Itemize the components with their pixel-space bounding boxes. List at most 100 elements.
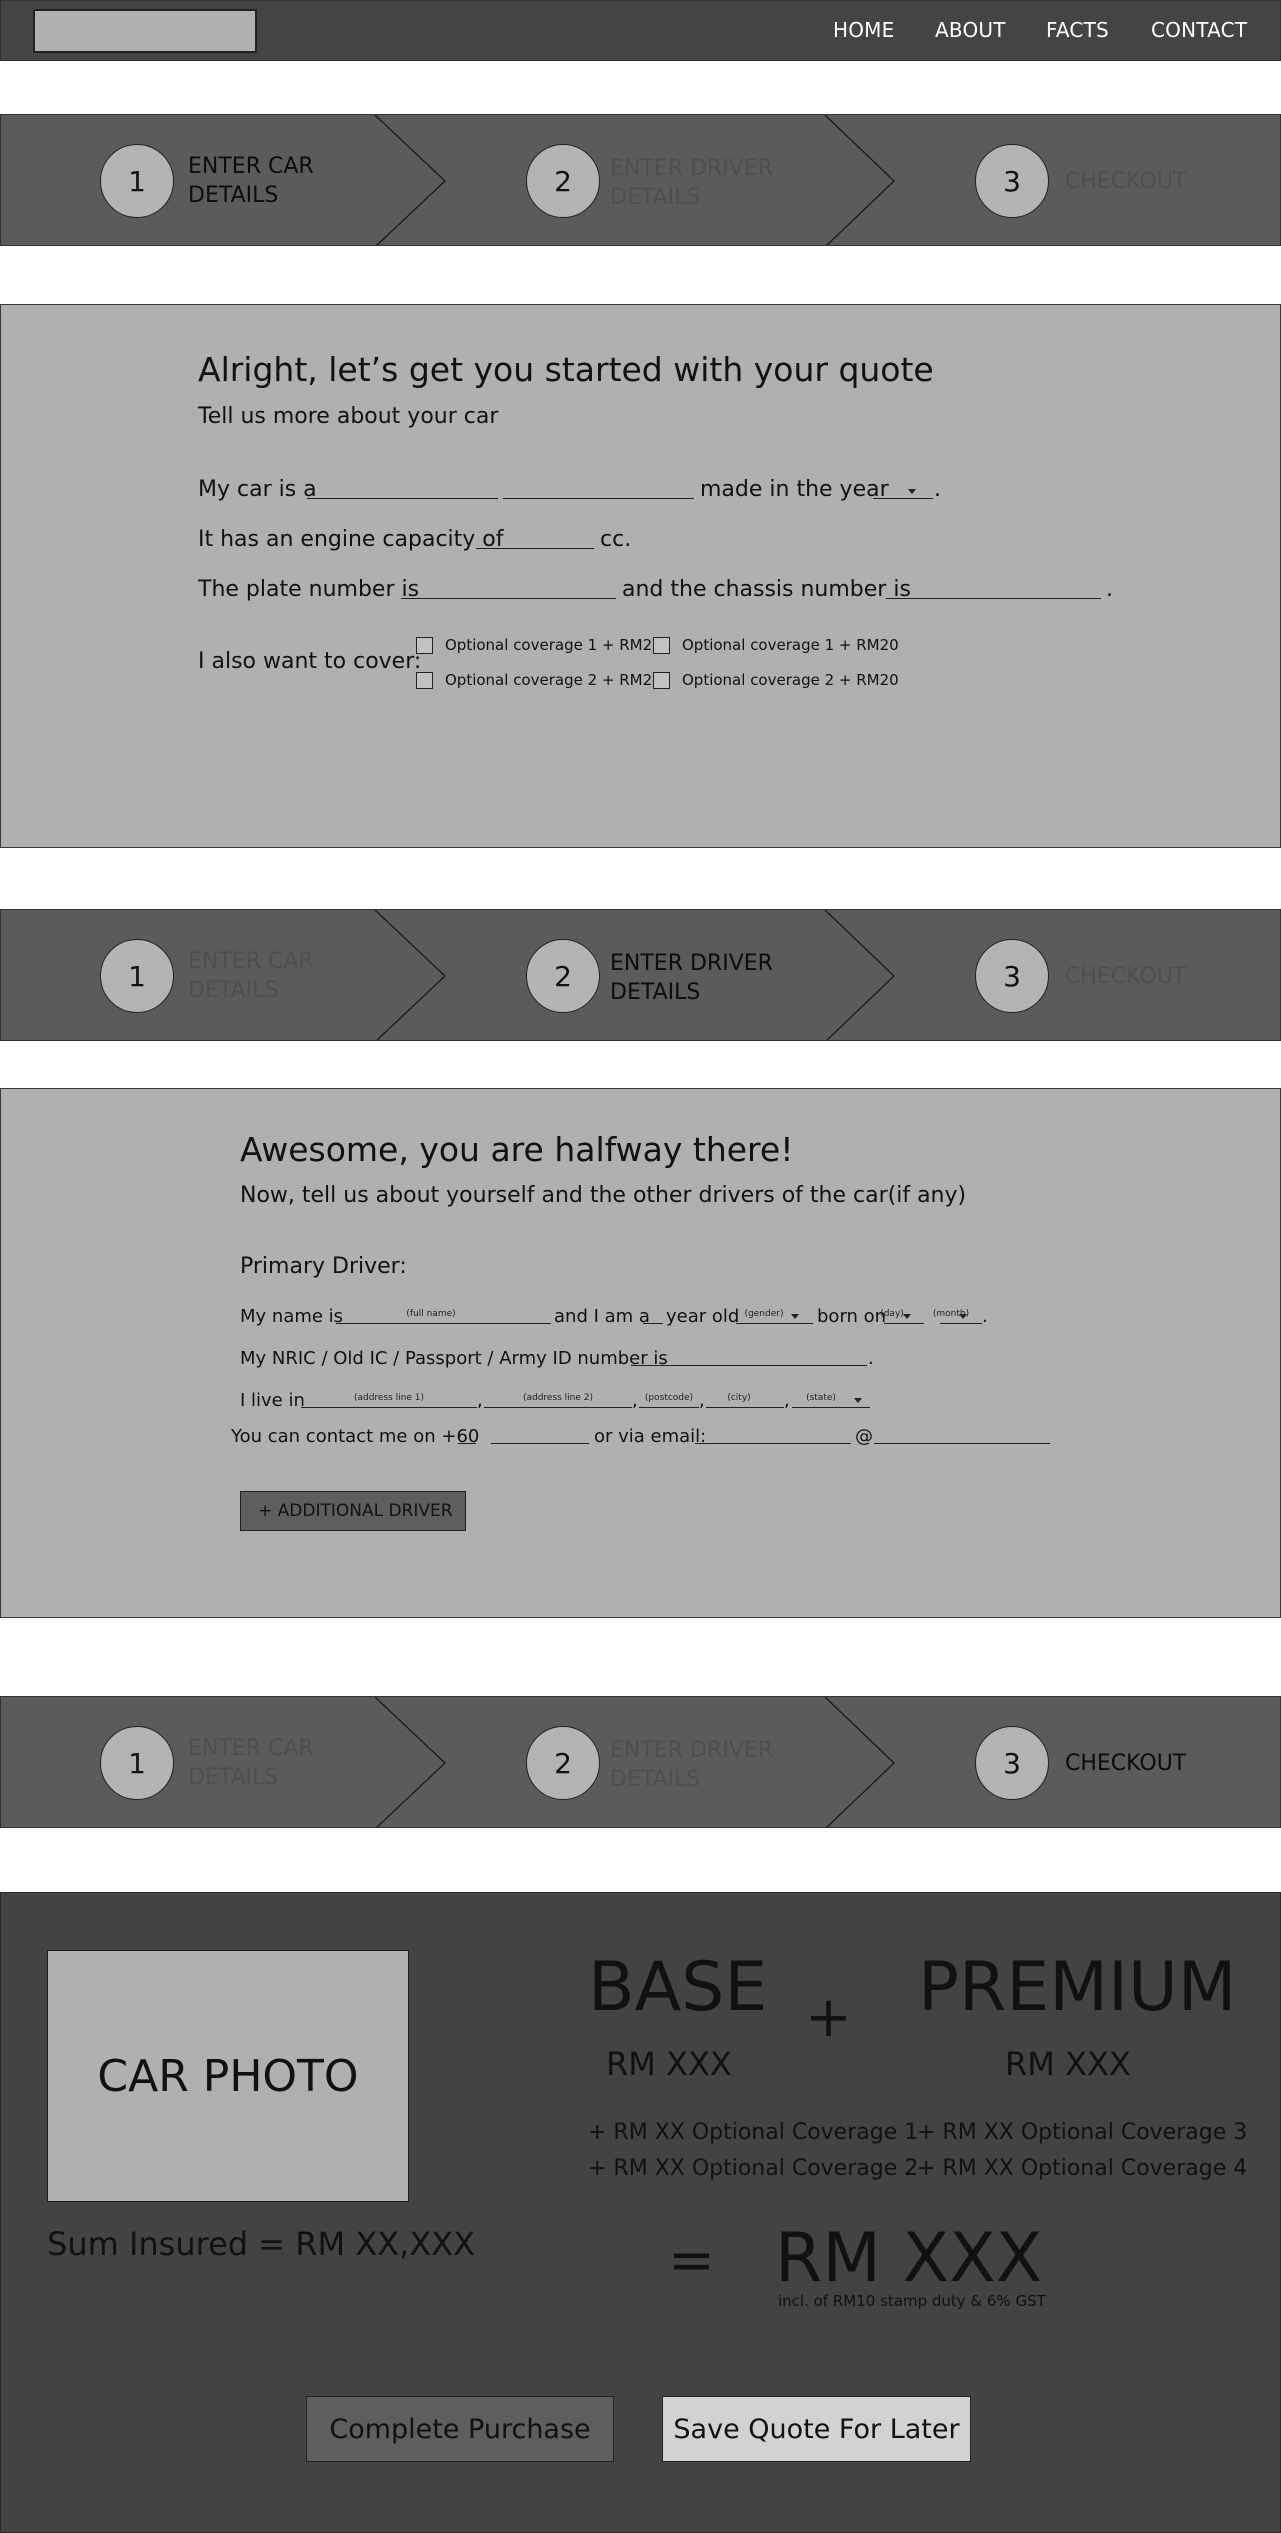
step-3-label[interactable]: CHECKOUT [1065, 167, 1275, 196]
step-2-label-line1: ENTER DRIVER [610, 951, 773, 976]
premium-amount: RM XXX [1005, 2045, 1131, 2083]
optional-coverage-4: + RM XX Optional Coverage 4 [917, 2156, 1248, 2181]
step-2-circle[interactable]: 2 [526, 939, 600, 1013]
car-form-subtitle: Tell us more about your car [198, 404, 499, 429]
complete-purchase-button[interactable]: Complete Purchase [306, 2396, 614, 2462]
address-comma: , [699, 1390, 705, 1411]
postcode-input[interactable]: (postcode) [639, 1393, 699, 1408]
step-3-circle[interactable]: 3 [975, 1726, 1049, 1800]
birth-day-select[interactable]: (day) [880, 1309, 924, 1324]
car-year-label: made in the year [700, 477, 889, 502]
step-2-circle[interactable]: 2 [526, 1726, 600, 1800]
address-line-1-input[interactable]: (address line 1) [301, 1393, 477, 1408]
step-2-label[interactable]: ENTER DRIVER DETAILS [610, 949, 820, 1007]
birth-day-hint: (day) [880, 1309, 904, 1319]
full-name-input[interactable]: (full name) [336, 1309, 551, 1324]
car-make-input[interactable] [307, 481, 498, 499]
state-select[interactable]: (state) [792, 1393, 870, 1408]
step-1-circle[interactable]: 1 [100, 1726, 174, 1800]
coverage-2-checkbox-right[interactable] [653, 672, 670, 689]
step-3-label[interactable]: CHECKOUT [1065, 1749, 1275, 1778]
address-line-2-input[interactable]: (address line 2) [484, 1393, 632, 1408]
car-form-title: Alright, let’s get you started with your… [198, 350, 934, 389]
car-year-select[interactable] [873, 481, 933, 499]
save-quote-button[interactable]: Save Quote For Later [662, 2396, 971, 2462]
equals-sign: = [668, 2228, 715, 2293]
step-3-circle[interactable]: 3 [975, 939, 1049, 1013]
contact-prefix: You can contact me on +60 [231, 1426, 480, 1447]
total-note: incl. of RM10 stamp duty & 6% GST [778, 2292, 1046, 2310]
primary-driver-label: Primary Driver: [240, 1254, 407, 1279]
email-at-sign: @ [855, 1426, 873, 1447]
car-model-input[interactable] [503, 481, 694, 499]
sum-insured-text: Sum Insured = RM XX,XXX [47, 2225, 476, 2263]
base-amount: RM XXX [606, 2045, 732, 2083]
gender-select[interactable]: (gender) [736, 1309, 813, 1324]
step-1-label-line2: DETAILS [188, 978, 279, 1003]
phone-prefix-input[interactable] [458, 1430, 476, 1444]
email-label: or via email: [594, 1426, 707, 1447]
birth-month-select[interactable]: (month) [933, 1309, 982, 1324]
chassis-line-end: . [1106, 577, 1113, 602]
address-comma: , [632, 1390, 638, 1411]
chassis-number-label: and the chassis number is [622, 577, 911, 602]
coverage-1-checkbox-left[interactable] [416, 637, 433, 654]
chevron-down-icon [854, 1398, 862, 1403]
add-driver-button[interactable]: + ADDITIONAL DRIVER [240, 1491, 466, 1531]
phone-number-input[interactable] [491, 1430, 589, 1444]
driver-form-subtitle: Now, tell us about yourself and the othe… [240, 1183, 967, 1208]
address-comma: , [477, 1390, 483, 1411]
chassis-number-input[interactable] [886, 581, 1101, 599]
step-1-label-line2: DETAILS [188, 1765, 279, 1790]
coverage-2-checkbox-left[interactable] [416, 672, 433, 689]
id-number-input[interactable] [631, 1352, 867, 1366]
step-1-label-line1: ENTER CAR [188, 949, 314, 974]
name-mid: and I am a [554, 1306, 650, 1327]
coverage-1-label-left: Optional coverage 1 + RM20 [445, 636, 662, 654]
step-2-label[interactable]: ENTER DRIVER DETAILS [610, 1736, 820, 1794]
step-1-label[interactable]: ENTER CAR DETAILS [188, 947, 398, 1005]
optional-coverage-1: + RM XX Optional Coverage 1 [588, 2120, 919, 2145]
plus-sign: + [805, 1985, 852, 2050]
step-1-label[interactable]: ENTER CAR DETAILS [188, 1734, 398, 1792]
coverage-label: I also want to cover: [198, 649, 422, 674]
step-1-label[interactable]: ENTER CAR DETAILS [188, 152, 398, 210]
city-input[interactable]: (city) [706, 1393, 784, 1408]
step-2-label[interactable]: ENTER DRIVER DETAILS [610, 154, 820, 212]
step-2-label-line2: DETAILS [610, 185, 701, 210]
step-2-label-line2: DETAILS [610, 980, 701, 1005]
gender-hint: (gender) [744, 1309, 784, 1319]
coverage-2-label-left: Optional coverage 2 + RM20 [445, 671, 662, 689]
step-3-circle[interactable]: 3 [975, 144, 1049, 218]
step-1-circle[interactable]: 1 [100, 939, 174, 1013]
plate-number-input[interactable] [401, 581, 616, 599]
city-hint: (city) [727, 1393, 751, 1403]
coverage-2-label-right: Optional coverage 2 + RM20 [682, 671, 899, 689]
id-number-prefix: My NRIC / Old IC / Passport / Army ID nu… [240, 1348, 668, 1369]
nav-link-home[interactable]: HOME [833, 18, 894, 42]
step-1-label-line2: DETAILS [188, 183, 279, 208]
chevron-down-icon [959, 1314, 967, 1319]
nav-link-about[interactable]: ABOUT [935, 18, 1006, 42]
step-1-label-line1: ENTER CAR [188, 1736, 314, 1761]
full-name-hint: (full name) [406, 1309, 456, 1319]
step-3-label[interactable]: CHECKOUT [1065, 962, 1275, 991]
email-user-input[interactable] [695, 1430, 851, 1444]
total-amount: RM XXX [775, 2219, 1043, 2298]
coverage-1-checkbox-right[interactable] [653, 637, 670, 654]
nav-link-contact[interactable]: CONTACT [1151, 18, 1247, 42]
engine-capacity-input[interactable] [476, 531, 594, 549]
optional-coverage-3: + RM XX Optional Coverage 3 [917, 2120, 1248, 2145]
step-2-circle[interactable]: 2 [526, 144, 600, 218]
chevron-down-icon [903, 1314, 911, 1319]
logo-placeholder[interactable] [33, 9, 257, 53]
premium-label: PREMIUM [918, 1948, 1237, 2027]
step-2-label-line1: ENTER DRIVER [610, 156, 773, 181]
car-photo-placeholder: CAR PHOTO [47, 1950, 409, 2202]
age-input[interactable] [643, 1310, 663, 1324]
step-2-label-line2: DETAILS [610, 1767, 701, 1792]
email-domain-input[interactable] [874, 1430, 1050, 1444]
nav-link-facts[interactable]: FACTS [1046, 18, 1109, 42]
address-line-2-hint: (address line 2) [522, 1393, 594, 1403]
step-1-circle[interactable]: 1 [100, 144, 174, 218]
